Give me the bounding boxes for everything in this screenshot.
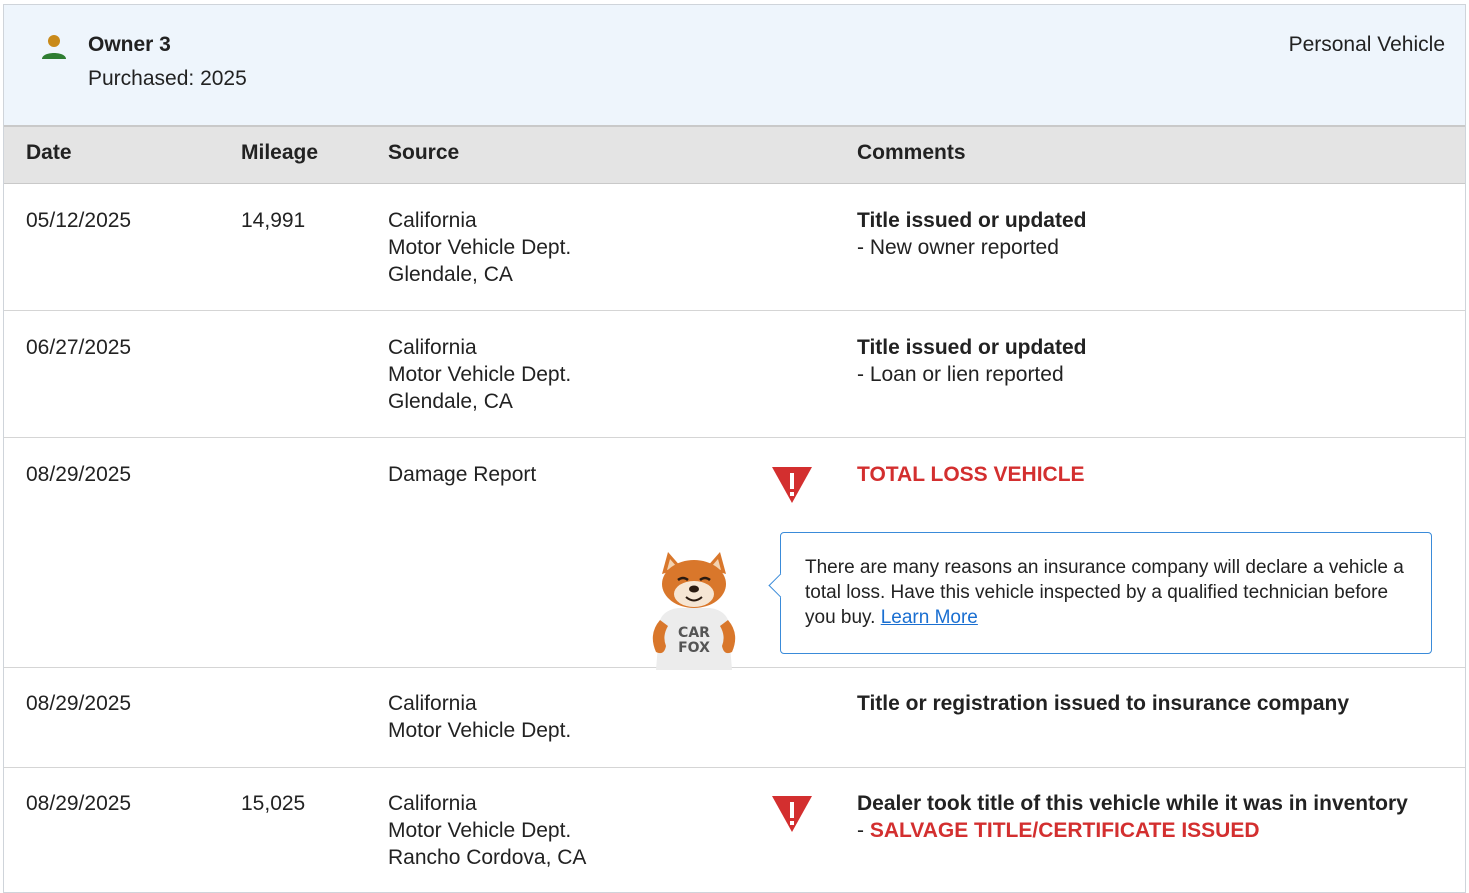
row-mileage: 14,991 — [241, 209, 306, 232]
table-row: 05/12/2025 14,991 California Motor Vehic… — [4, 184, 1465, 311]
row-mileage: 15,025 — [241, 792, 306, 815]
column-header-mileage: Mileage — [241, 141, 319, 164]
person-icon — [42, 35, 66, 59]
comment-title-alert: TOTAL LOSS VEHICLE — [857, 463, 1085, 486]
table-row: 08/29/2025 15,025 California Motor Vehic… — [4, 768, 1465, 892]
owner-header: Owner 3 Purchased: 2025 Personal Vehicle — [4, 5, 1465, 127]
source-line: Glendale, CA — [388, 263, 513, 286]
row-source: California Motor Vehicle Dept. Glendale,… — [388, 334, 571, 415]
owner-purchased: Purchased: 2025 — [88, 67, 247, 90]
source-line: California — [388, 336, 477, 359]
source-line: California — [388, 692, 477, 715]
row-date: 08/29/2025 — [26, 463, 132, 486]
source-line: Damage Report — [388, 463, 537, 486]
table-row: 08/29/2025 California Motor Vehicle Dept… — [4, 668, 1465, 768]
comment-detail: - SALVAGE TITLE/CERTIFICATE ISSUED — [857, 817, 1408, 844]
owner-title: Owner 3 — [88, 33, 171, 56]
column-header-comments: Comments — [857, 141, 966, 164]
mascot-shirt-line: CAR — [678, 625, 710, 641]
comment-dash: - — [857, 819, 870, 842]
table-row: 06/27/2025 California Motor Vehicle Dept… — [4, 311, 1465, 438]
source-line: Motor Vehicle Dept. — [388, 363, 572, 386]
comment-title: Title issued or updated — [857, 209, 1087, 232]
warning-triangle-icon — [772, 467, 812, 503]
comment-title: Title issued or updated — [857, 336, 1087, 359]
tooltip-text: There are many reasons an insurance comp… — [805, 555, 1415, 630]
row-date: 08/29/2025 — [26, 792, 132, 815]
mascot-shirt-line: FOX — [678, 640, 710, 656]
row-date: 08/29/2025 — [26, 692, 132, 715]
row-comments: Dealer took title of this vehicle while … — [857, 790, 1408, 844]
table-header: Date Mileage Source Comments — [4, 127, 1465, 184]
comment-title: Title or registration issued to insuranc… — [857, 692, 1350, 715]
source-line: Motor Vehicle Dept. — [388, 819, 572, 842]
warning-triangle-icon — [772, 796, 812, 832]
vehicle-history-card: Owner 3 Purchased: 2025 Personal Vehicle… — [3, 4, 1466, 893]
row-source: California Motor Vehicle Dept. Rancho Co… — [388, 790, 586, 871]
comment-alert: SALVAGE TITLE/CERTIFICATE ISSUED — [869, 819, 1260, 842]
column-header-source: Source — [388, 141, 460, 164]
source-line: California — [388, 209, 477, 232]
source-line: Rancho Cordova, CA — [388, 846, 587, 869]
row-source: Damage Report — [388, 461, 536, 488]
row-comments: Title issued or updated - New owner repo… — [857, 207, 1086, 261]
source-line: Glendale, CA — [388, 390, 513, 413]
row-source: California Motor Vehicle Dept. — [388, 690, 571, 744]
source-line: Motor Vehicle Dept. — [388, 236, 572, 259]
comment-title: Dealer took title of this vehicle while … — [857, 792, 1408, 815]
learn-more-link[interactable]: Learn More — [881, 607, 978, 628]
row-source: California Motor Vehicle Dept. Glendale,… — [388, 207, 571, 288]
source-line: Motor Vehicle Dept. — [388, 719, 572, 742]
comment-detail: - New owner reported — [857, 236, 1059, 259]
total-loss-tooltip: There are many reasons an insurance comp… — [768, 532, 1432, 654]
row-date: 05/12/2025 — [26, 209, 132, 232]
row-comments: Title issued or updated - Loan or lien r… — [857, 334, 1086, 388]
carfox-mascot-icon: CAR FOX — [652, 552, 736, 670]
comment-detail: - Loan or lien reported — [857, 363, 1064, 386]
owner-vehicle-type: Personal Vehicle — [1288, 33, 1445, 56]
row-date: 06/27/2025 — [26, 336, 132, 359]
source-line: California — [388, 792, 477, 815]
column-header-date: Date — [26, 141, 72, 164]
